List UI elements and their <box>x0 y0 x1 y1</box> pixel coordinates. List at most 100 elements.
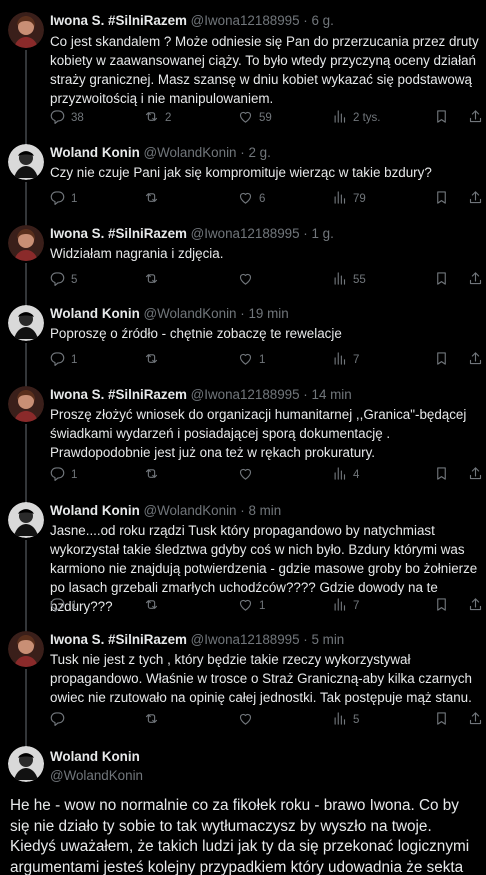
avatar-iwona[interactable] <box>8 386 44 422</box>
avatar-woland[interactable] <box>8 144 44 180</box>
bookmark-button[interactable] <box>434 712 449 728</box>
tweet-actions: 1 1 7 <box>50 598 483 614</box>
like-button[interactable] <box>238 712 259 728</box>
author-name[interactable]: Iwona S. #SilniRazem <box>50 13 187 28</box>
share-button[interactable] <box>468 110 483 126</box>
reply-button[interactable]: 38 <box>50 110 84 126</box>
author-handle[interactable]: @Iwona12188995 <box>191 387 300 402</box>
tweet-header: Iwona S. #SilniRazem @Iwona12188995 · 1 … <box>50 226 334 241</box>
share-button[interactable] <box>468 191 483 207</box>
thread-line <box>25 424 27 504</box>
views-icon <box>332 466 347 484</box>
author-handle[interactable]: @Iwona12188995 <box>191 13 300 28</box>
share-icon <box>468 711 483 729</box>
like-icon <box>238 466 253 484</box>
avatar-iwona[interactable] <box>8 631 44 667</box>
tweet-header: Iwona S. #SilniRazem @Iwona12188995 · 14… <box>50 387 352 402</box>
repost-icon <box>144 109 159 127</box>
repost-button[interactable] <box>144 467 165 483</box>
bookmark-icon <box>434 597 449 615</box>
bookmark-button[interactable] <box>434 272 449 288</box>
like-icon <box>238 597 253 615</box>
reply-icon <box>50 271 65 289</box>
tweet-text: Czy nie czuje Pani jak się kompromituje … <box>50 165 432 180</box>
bookmark-icon <box>434 190 449 208</box>
bookmark-button[interactable] <box>434 352 449 368</box>
views-button[interactable]: 7 <box>332 352 359 368</box>
author-name[interactable]: Iwona S. #SilniRazem <box>50 226 187 241</box>
like-icon <box>238 109 253 127</box>
focused-author-handle[interactable]: @WolandKonin <box>50 768 143 783</box>
author-handle[interactable]: @Iwona12188995 <box>191 226 300 241</box>
views-button[interactable]: 7 <box>332 598 359 614</box>
reply-icon <box>50 109 65 127</box>
bookmark-button[interactable] <box>434 467 449 483</box>
avatar-woland[interactable] <box>8 502 44 538</box>
reply-button[interactable]: 1 <box>50 467 77 483</box>
repost-button[interactable] <box>144 352 165 368</box>
reply-button[interactable] <box>50 712 71 728</box>
share-button[interactable] <box>468 712 483 728</box>
reply-button[interactable]: 1 <box>50 352 77 368</box>
reply-button[interactable]: 1 <box>50 191 77 207</box>
tweet-actions: 5 55 <box>50 272 483 288</box>
avatar-iwona[interactable] <box>8 12 44 48</box>
avatar-woland[interactable] <box>8 305 44 341</box>
views-button[interactable]: 2 tys. <box>332 110 380 126</box>
views-button[interactable]: 5 <box>332 712 359 728</box>
author-handle[interactable]: @WolandKonin <box>144 145 237 160</box>
timestamp[interactable]: 1 g. <box>312 226 334 241</box>
repost-button[interactable] <box>144 712 165 728</box>
like-count: 1 <box>259 354 266 366</box>
like-button[interactable]: 1 <box>238 598 265 614</box>
reply-count: 1 <box>71 193 78 205</box>
bookmark-icon <box>434 109 449 127</box>
like-button[interactable]: 6 <box>238 191 265 207</box>
repost-button[interactable] <box>144 598 165 614</box>
views-button[interactable]: 4 <box>332 467 359 483</box>
views-count: 7 <box>353 600 360 612</box>
reply-button[interactable]: 5 <box>50 272 77 288</box>
views-button[interactable]: 79 <box>332 191 366 207</box>
timestamp[interactable]: 14 min <box>312 387 352 402</box>
timestamp[interactable]: 6 g. <box>312 13 334 28</box>
views-icon <box>332 351 347 369</box>
tweet-header: Woland Konin @WolandKonin · 2 g. <box>50 145 271 160</box>
views-button[interactable]: 55 <box>332 272 366 288</box>
like-button[interactable]: 59 <box>238 110 272 126</box>
avatar-iwona[interactable] <box>8 225 44 261</box>
share-button[interactable] <box>468 272 483 288</box>
author-handle[interactable]: @WolandKonin <box>144 503 237 518</box>
like-button[interactable] <box>238 272 259 288</box>
author-name[interactable]: Woland Konin <box>50 145 140 160</box>
timestamp[interactable]: 2 g. <box>248 145 270 160</box>
author-handle[interactable]: @WolandKonin <box>144 306 237 321</box>
author-handle[interactable]: @Iwona12188995 <box>191 632 300 647</box>
focused-author-name[interactable]: Woland Konin <box>50 749 140 764</box>
share-button[interactable] <box>468 598 483 614</box>
timestamp[interactable]: 19 min <box>248 306 288 321</box>
like-button[interactable] <box>238 467 259 483</box>
share-button[interactable] <box>468 352 483 368</box>
timestamp[interactable]: 5 min <box>312 632 345 647</box>
author-name[interactable]: Iwona S. #SilniRazem <box>50 632 187 647</box>
repost-button[interactable] <box>144 191 165 207</box>
bookmark-button[interactable] <box>434 191 449 207</box>
repost-button[interactable]: 2 <box>144 110 171 126</box>
bookmark-button[interactable] <box>434 598 449 614</box>
repost-button[interactable] <box>144 272 165 288</box>
tweet-header: Woland Konin @WolandKonin · 8 min <box>50 503 282 518</box>
avatar-woland[interactable] <box>8 746 44 782</box>
like-count: 1 <box>259 600 266 612</box>
author-name[interactable]: Iwona S. #SilniRazem <box>50 387 187 402</box>
tweet-actions: 38 2 59 2 tys. <box>50 110 483 126</box>
timestamp[interactable]: 8 min <box>248 503 281 518</box>
reply-icon <box>50 597 65 615</box>
reply-button[interactable]: 1 <box>50 598 77 614</box>
thread-line <box>25 182 27 227</box>
bookmark-button[interactable] <box>434 110 449 126</box>
like-button[interactable]: 1 <box>238 352 265 368</box>
author-name[interactable]: Woland Konin <box>50 503 140 518</box>
author-name[interactable]: Woland Konin <box>50 306 140 321</box>
share-button[interactable] <box>468 467 483 483</box>
